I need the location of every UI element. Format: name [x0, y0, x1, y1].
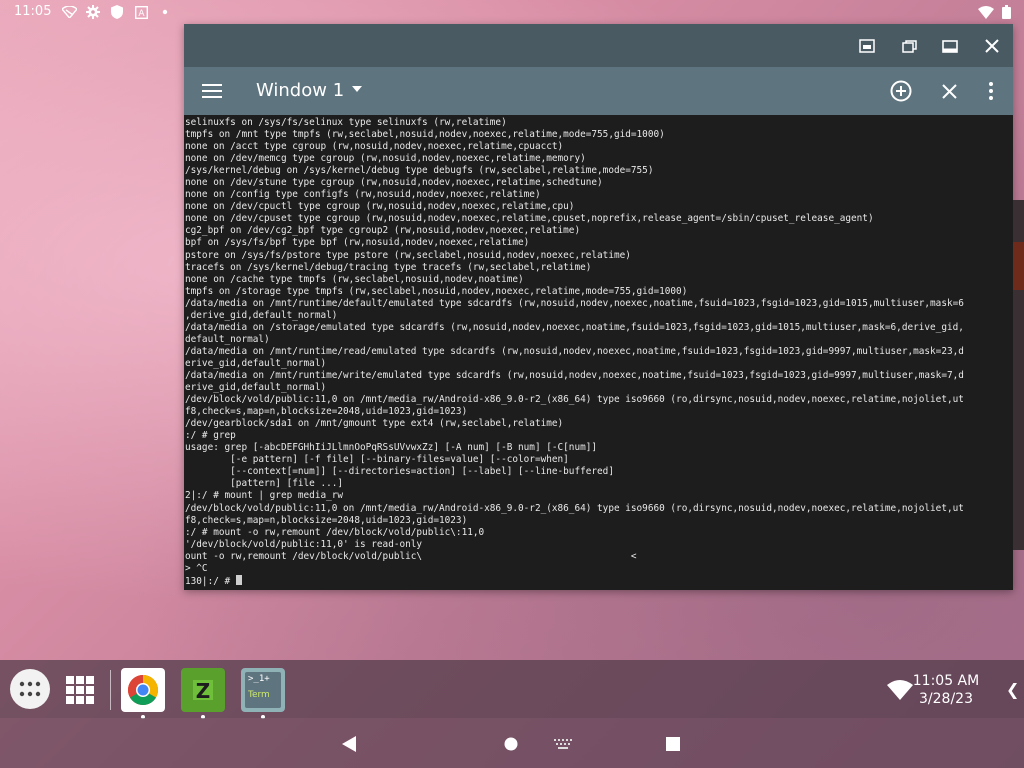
battery-icon	[998, 4, 1014, 20]
terminal-line: none on /dev/cpuset type cgroup (rw,nosu…	[185, 213, 874, 225]
terminal-line: /dev/block/vold/public:11,0 on /mnt/medi…	[185, 502, 964, 514]
screenshot-icon[interactable]	[856, 35, 878, 57]
home-icon[interactable]	[504, 737, 518, 751]
terminal-line: [--context[=num]] [--directories=action]…	[185, 466, 614, 478]
shield-icon	[109, 4, 125, 20]
back-icon[interactable]	[341, 736, 357, 752]
terminal-line: :/ # grep	[185, 430, 236, 442]
vpn-icon	[61, 4, 77, 20]
terminal-line: ount -o rw,remount /dev/block/vold/publi…	[185, 550, 637, 562]
terminal-line: 2|:/ # mount | grep media_rw	[185, 490, 344, 502]
svg-text:Z: Z	[196, 679, 211, 703]
maximize-icon[interactable]	[939, 35, 961, 57]
chevron-left-icon[interactable]: ❮	[1006, 680, 1019, 699]
terminal-prompt: 130|:/ #	[185, 575, 236, 587]
terminal-line: cg2_bpf on /dev/cg2_bpf type cgroup2 (rw…	[185, 225, 581, 237]
zarchiver-app-icon[interactable]: Z	[181, 668, 225, 719]
more-icon[interactable]	[979, 79, 1003, 103]
term-app-label-bottom: Term	[248, 690, 270, 700]
terminal-line: usage: grep [-abcDEFGHhIiJLlmnOoPqRSsUVv…	[185, 442, 598, 454]
terminal-line: tracefs on /sys/kernel/debug/tracing typ…	[185, 261, 592, 273]
add-window-icon[interactable]	[889, 79, 913, 103]
chrome-app-icon[interactable]	[121, 668, 165, 719]
close-icon[interactable]	[981, 35, 1003, 57]
taskbar-clock[interactable]: 11:05 AM 3/28/23	[906, 673, 986, 707]
terminal-line: f8,check=s,map=n,blocksize=2048,uid=1023…	[185, 514, 468, 526]
terminal-line: [-e pattern] [-f file] [--binary-files=v…	[185, 454, 569, 466]
terminal-line: bpf on /sys/fs/bpf type bpf (rw,nosuid,n…	[185, 237, 530, 249]
recents-icon[interactable]	[666, 737, 680, 751]
terminal-line: /data/media on /mnt/runtime/write/emulat…	[185, 369, 964, 381]
taskbar: Z >_1+ Term 11:05 AM 3/28/23 ❮	[0, 660, 1024, 719]
terminal-line: /data/media on /storage/emulated type sd…	[185, 321, 964, 333]
status-time: 11:05	[14, 4, 52, 19]
restore-icon[interactable]	[898, 35, 920, 57]
menu-icon[interactable]	[200, 79, 224, 103]
terminal-line: pstore on /sys/fs/pstore type pstore (rw…	[185, 249, 631, 261]
terminal-line: /data/media on /mnt/runtime/default/emul…	[185, 297, 964, 309]
terminal-line: /sys/kernel/debug on /sys/kernel/debug t…	[185, 165, 654, 177]
terminal-line: :/ # mount -o rw,remount /dev/block/vold…	[185, 526, 485, 538]
clock-time: 11:05 AM	[912, 673, 980, 689]
terminal-output[interactable]: selinuxfs on /sys/fs/selinux type selinu…	[184, 115, 1013, 590]
terminal-line: none on /cache type tmpfs (rw,seclabel,n…	[185, 273, 524, 285]
dot-icon	[157, 4, 173, 20]
close-window-icon[interactable]	[937, 79, 961, 103]
terminal-line: [pattern] [file ...]	[185, 478, 344, 490]
terminal-cursor	[235, 574, 242, 585]
gear-icon	[85, 4, 101, 20]
terminal-line: none on /dev/cpuctl type cgroup (rw,nosu…	[185, 201, 575, 213]
terminal-line: /dev/block/vold/public:11,0 on /mnt/medi…	[185, 394, 964, 406]
terminal-line: > ^C	[185, 562, 208, 574]
background-window-edge	[1013, 200, 1024, 550]
terminal-line: ,derive_gid,default_normal)	[185, 309, 338, 321]
keyboard-icon[interactable]	[554, 739, 572, 749]
all-apps-button[interactable]	[10, 669, 50, 709]
terminal-window: Window 1 selinuxfs on /sys/fs/selinux ty…	[184, 24, 1013, 590]
terminal-line: none on /config type configfs (rw,nosuid…	[185, 189, 541, 201]
terminal-line: none on /acct type cgroup (rw,nosuid,nod…	[185, 141, 564, 153]
window-caption-bar[interactable]	[184, 24, 1013, 67]
terminal-line: f8,check=s,map=n,blocksize=2048,uid=1023…	[185, 406, 468, 418]
terminal-line: erive_gid,default_normal)	[185, 357, 327, 369]
term-app-icon[interactable]: >_1+ Term	[241, 668, 285, 719]
terminal-line: /dev/gearblock/sda1 on /mnt/gmount type …	[185, 418, 564, 430]
terminal-line: '/dev/block/vold/public:11,0' is read-on…	[185, 538, 423, 550]
clock-date: 3/28/23	[919, 691, 973, 707]
terminal-line: tmpfs on /storage type tmpfs (rw,seclabe…	[185, 285, 688, 297]
navigation-bar	[0, 718, 1024, 768]
terminal-line: none on /dev/stune type cgroup (rw,nosui…	[185, 177, 603, 189]
svg-text:A: A	[138, 9, 145, 19]
terminal-line: none on /dev/memcg type cgroup (rw,nosui…	[185, 153, 586, 165]
terminal-prompt-line[interactable]: 130|:/ #	[185, 574, 1011, 588]
taskbar-divider	[110, 670, 111, 710]
terminal-line: default_normal)	[185, 333, 270, 345]
term-app-label-top: >_1+	[248, 674, 270, 684]
window-dropdown-caret-icon[interactable]	[352, 86, 362, 92]
terminal-line: /data/media on /mnt/runtime/read/emulate…	[185, 345, 964, 357]
terminal-line: selinuxfs on /sys/fs/selinux type selinu…	[185, 117, 507, 128]
wifi-icon	[978, 4, 994, 20]
status-bar: 11:05 A	[0, 0, 1024, 24]
app-grid-icon[interactable]	[58, 668, 102, 712]
terminal-line: erive_gid,default_normal)	[185, 382, 327, 394]
app-toolbar: Window 1	[184, 67, 1013, 115]
window-title[interactable]: Window 1	[256, 80, 344, 101]
terminal-line: tmpfs on /mnt type tmpfs (rw,seclabel,no…	[185, 129, 665, 141]
a-box-icon: A	[133, 4, 149, 20]
